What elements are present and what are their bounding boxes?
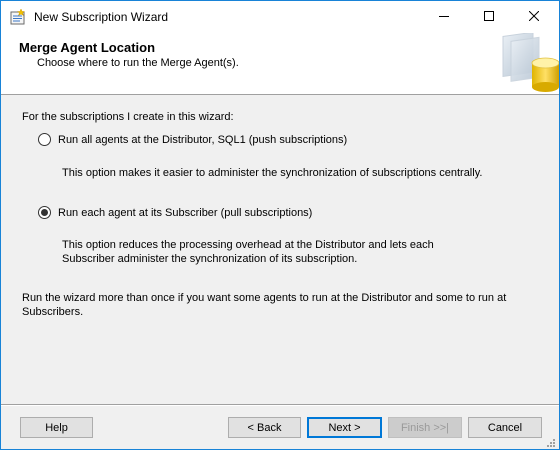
maximize-button[interactable] [466,1,511,31]
push-subscriptions-description: This option makes it easier to administe… [62,167,483,179]
pull-subscriptions-option[interactable]: Run each agent at its Subscriber (pull s… [38,206,312,219]
wizard-window: New Subscription Wizard Merge Agent Loca… [0,0,560,450]
wizard-note: Run the wizard more than once if you wan… [22,292,507,318]
pull-subscriptions-radio[interactable] [38,206,51,219]
cancel-button[interactable]: Cancel [468,417,542,438]
maximize-icon [483,11,494,21]
resize-grip-icon[interactable] [544,436,556,448]
help-button[interactable]: Help [20,417,93,438]
push-subscriptions-option[interactable]: Run all agents at the Distributor, SQL1 … [38,133,347,146]
minimize-icon [438,16,449,17]
close-button[interactable] [511,1,556,31]
minimize-button[interactable] [421,1,466,31]
push-subscriptions-label[interactable]: Run all agents at the Distributor, SQL1 … [58,134,347,146]
button-bar-divider-highlight [1,405,559,406]
page-title: Merge Agent Location [19,40,156,55]
window-title: New Subscription Wizard [34,10,169,24]
push-subscriptions-radio[interactable] [38,133,51,146]
database-graphic-icon [502,33,559,92]
pull-subscriptions-description: This option reduces the processing overh… [62,239,434,265]
close-icon [528,11,539,21]
back-button[interactable]: < Back [228,417,301,438]
intro-text: For the subscriptions I create in this w… [22,111,234,123]
page-subtitle: Choose where to run the Merge Agent(s). [37,57,239,69]
title-bar[interactable]: New Subscription Wizard [1,1,559,31]
next-button[interactable]: Next > [307,417,382,438]
pull-subscriptions-label[interactable]: Run each agent at its Subscriber (pull s… [58,207,312,219]
finish-button: Finish >>| [388,417,462,438]
wizard-header: Merge Agent Location Choose where to run… [1,31,559,95]
wizard-app-icon [10,9,26,25]
